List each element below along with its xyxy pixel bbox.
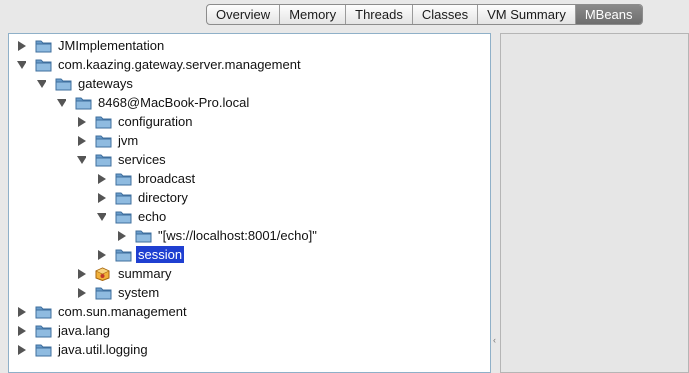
tree-node-broadcast[interactable]: broadcast xyxy=(97,169,197,188)
tree-node-label: broadcast xyxy=(138,171,196,186)
tree-node-label: system xyxy=(118,285,160,300)
tree-node-jvm[interactable]: jvm xyxy=(77,131,140,150)
expand-arrow-icon[interactable] xyxy=(17,40,26,51)
tab-memory[interactable]: Memory xyxy=(280,5,347,24)
tree-node-label: com.sun.management xyxy=(58,304,187,319)
tree-node-label: com.kaazing.gateway.server.management xyxy=(58,57,301,72)
tree-node-label: java.util.logging xyxy=(58,342,148,357)
tree-node-configuration[interactable]: configuration xyxy=(77,112,194,131)
folder-icon xyxy=(95,135,112,147)
tab-bar: Overview Memory Threads Classes VM Summa… xyxy=(206,4,643,25)
tree-node-jmimplementation[interactable]: JMImplementation xyxy=(17,36,166,55)
folder-icon xyxy=(115,211,132,223)
folder-icon xyxy=(115,249,132,261)
split-pane-divider[interactable]: ‹ xyxy=(491,33,500,373)
tab-overview[interactable]: Overview xyxy=(207,5,281,24)
folder-icon xyxy=(95,116,112,128)
mbean-detail-panel xyxy=(500,33,689,373)
tree-node-label-selected: session xyxy=(136,246,185,263)
tree-node-java-util-logging[interactable]: java.util.logging xyxy=(17,340,150,359)
tree-node-echo-endpoint[interactable]: "[ws://localhost:8001/echo]" xyxy=(117,226,319,245)
collapse-arrow-icon[interactable] xyxy=(17,60,26,70)
folder-icon xyxy=(35,306,52,318)
tree-node-label: JMImplementation xyxy=(58,38,165,53)
tree-node-host[interactable]: 8468@MacBook-Pro.local xyxy=(57,93,251,112)
expand-arrow-icon[interactable] xyxy=(97,249,106,260)
tab-classes[interactable]: Classes xyxy=(413,5,479,24)
tree-node-session[interactable]: session xyxy=(97,245,185,264)
tree-node-directory[interactable]: directory xyxy=(97,188,190,207)
tree-node-label: jvm xyxy=(118,133,139,148)
tree-node-echo[interactable]: echo xyxy=(97,207,168,226)
tree-node-label: "[ws://localhost:8001/echo]" xyxy=(158,228,317,243)
folder-icon xyxy=(75,97,92,109)
tree-node-label: summary xyxy=(118,266,172,281)
tab-mbeans[interactable]: MBeans xyxy=(575,5,642,24)
expand-arrow-icon[interactable] xyxy=(117,230,126,241)
tree-node-label: 8468@MacBook-Pro.local xyxy=(98,95,250,110)
folder-icon xyxy=(135,230,152,242)
mbean-tree[interactable]: JMImplementation com.kaazing.gateway.ser… xyxy=(8,33,491,373)
tree-node-services[interactable]: services xyxy=(77,150,168,169)
tree-node-label: java.lang xyxy=(58,323,111,338)
tree-node-label: directory xyxy=(138,190,188,205)
tree-node-kaazing-management[interactable]: com.kaazing.gateway.server.management xyxy=(17,55,303,74)
tree-node-system[interactable]: system xyxy=(77,283,161,302)
tree-node-label: services xyxy=(118,152,166,167)
tree-node-com-sun-management[interactable]: com.sun.management xyxy=(17,302,189,321)
collapse-arrow-icon[interactable] xyxy=(77,155,86,165)
folder-icon xyxy=(35,40,52,52)
folder-icon xyxy=(115,173,132,185)
folder-icon xyxy=(95,154,112,166)
expand-arrow-icon[interactable] xyxy=(77,116,86,127)
tree-node-summary[interactable]: summary xyxy=(77,264,173,283)
tree-node-gateways[interactable]: gateways xyxy=(37,74,135,93)
expand-arrow-icon[interactable] xyxy=(97,192,106,203)
expand-arrow-icon[interactable] xyxy=(17,325,26,336)
folder-icon xyxy=(115,192,132,204)
expand-arrow-icon[interactable] xyxy=(17,344,26,355)
expand-arrow-icon[interactable] xyxy=(77,268,86,279)
collapse-arrow-icon[interactable] xyxy=(57,98,66,108)
collapse-arrow-icon[interactable] xyxy=(37,79,46,89)
folder-icon xyxy=(95,287,112,299)
split-grip-icon[interactable]: ‹ xyxy=(493,335,496,345)
tree-node-label: configuration xyxy=(118,114,193,129)
folder-icon xyxy=(55,78,72,90)
tree-node-label: gateways xyxy=(78,76,133,91)
folder-icon xyxy=(35,344,52,356)
folder-icon xyxy=(35,59,52,71)
expand-arrow-icon[interactable] xyxy=(17,306,26,317)
collapse-arrow-icon[interactable] xyxy=(97,212,106,222)
folder-icon xyxy=(35,325,52,337)
expand-arrow-icon[interactable] xyxy=(77,135,86,146)
expand-arrow-icon[interactable] xyxy=(77,287,86,298)
expand-arrow-icon[interactable] xyxy=(97,173,106,184)
tree-node-label: echo xyxy=(138,209,167,224)
tree-node-java-lang[interactable]: java.lang xyxy=(17,321,112,340)
tab-threads[interactable]: Threads xyxy=(346,5,413,24)
mbean-icon xyxy=(95,266,110,281)
tab-vm-summary[interactable]: VM Summary xyxy=(478,5,576,24)
